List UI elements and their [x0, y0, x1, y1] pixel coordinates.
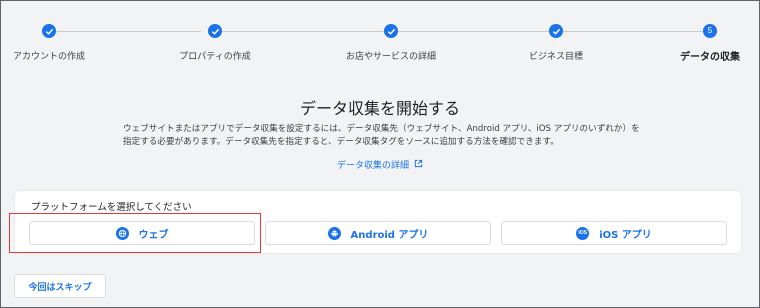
step-number: 5 — [707, 26, 713, 35]
step-label-business-goals: ビジネス目標 — [528, 52, 584, 62]
page-title: データ収集を開始する — [299, 99, 460, 118]
page-description: ウェブサイトまたはアプリでデータ収集を設定するには、データ収集先（ウェブサイト、… — [123, 124, 640, 147]
external-link-icon — [414, 159, 423, 171]
detail-link-label: データ収集の詳細 — [336, 161, 409, 171]
ios-platform-button[interactable]: iOS iOS アプリ — [501, 221, 727, 245]
android-platform-button[interactable]: Android アプリ — [265, 221, 491, 245]
android-icon — [327, 226, 341, 240]
ios-icon-text: iOS — [578, 230, 587, 236]
check-icon — [208, 24, 222, 38]
progress-stepper: アカウントの作成 プロパティの作成 お店やサービスの詳細 ビジネス目標 5 デー… — [1, 1, 759, 71]
step-label-account: アカウントの作成 — [12, 52, 86, 62]
stepper-connector — [398, 31, 549, 32]
check-icon — [384, 24, 398, 38]
step-label-property: プロパティの作成 — [179, 52, 251, 62]
check-icon — [42, 24, 56, 38]
stepper-connector — [563, 31, 703, 32]
setup-page: アカウントの作成 プロパティの作成 お店やサービスの詳細 ビジネス目標 5 デー… — [0, 0, 760, 308]
android-platform-label: Android アプリ — [350, 229, 429, 241]
skip-button[interactable]: 今回はスキップ — [14, 274, 106, 298]
step-label-data-collection: データの収集 — [680, 52, 740, 63]
ios-platform-label: iOS アプリ — [599, 229, 652, 241]
step-number-badge: 5 — [703, 24, 717, 38]
ios-icon: iOS — [576, 226, 590, 240]
web-button-highlight — [9, 213, 261, 253]
step-label-business-details: お店やサービスの詳細 — [345, 52, 437, 62]
data-collection-detail-link[interactable]: データ収集の詳細 — [1, 158, 759, 171]
stepper-connector — [56, 31, 201, 32]
stepper-connector — [222, 31, 384, 32]
platform-card-title: プラットフォームを選択してください — [31, 202, 192, 213]
check-icon — [549, 24, 563, 38]
